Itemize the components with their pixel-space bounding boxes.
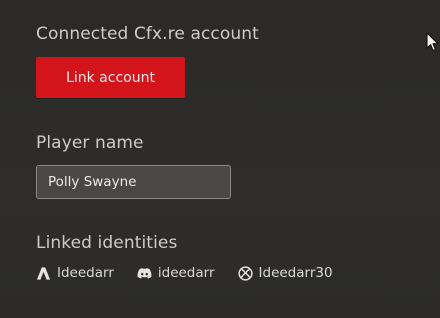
mouse-cursor-icon [426,32,439,52]
identity-label: Ideedarr [57,265,114,281]
cfx-icon [36,266,51,281]
identity-item-cfx[interactable]: Ideedarr [36,265,114,281]
player-name-input[interactable] [36,165,231,199]
identity-label: ideedarr [157,265,215,281]
identity-label: Ideedarr30 [258,265,333,281]
xbox-icon [237,265,253,281]
linked-identities-list: Ideedarr ideedarr Ideedarr30 [36,264,356,282]
link-account-button[interactable]: Link account [36,57,185,98]
identity-item-xbox[interactable]: Ideedarr30 [237,265,333,281]
settings-panel: Connected Cfx.re account Link account Pl… [0,0,440,318]
linked-identities-title: Linked identities [36,233,178,253]
discord-icon [137,266,152,281]
identity-item-discord[interactable]: ideedarr [137,265,215,281]
player-name-title: Player name [36,133,144,153]
connected-account-title: Connected Cfx.re account [36,24,259,44]
